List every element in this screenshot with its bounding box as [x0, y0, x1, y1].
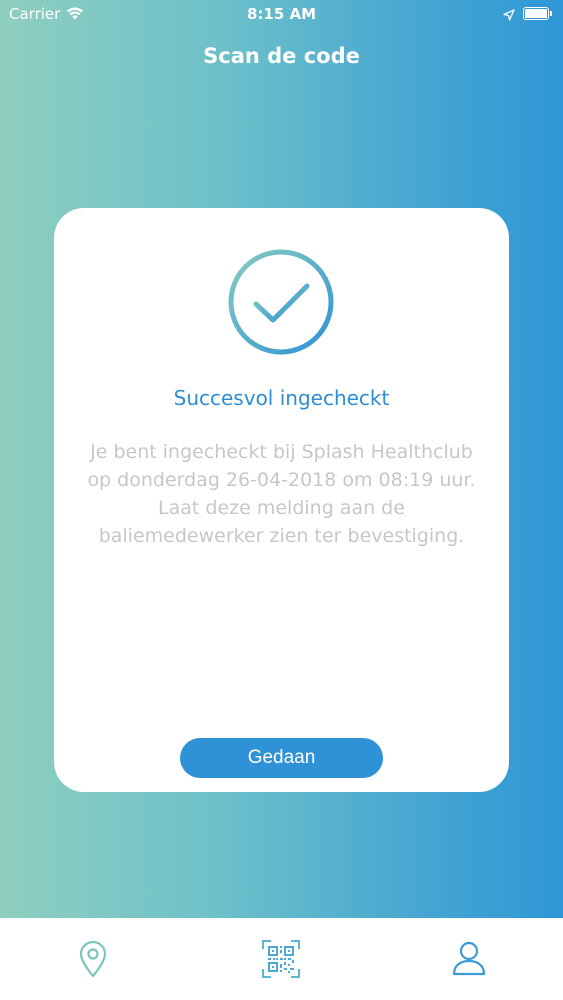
tab-location[interactable] [34, 918, 154, 1000]
done-button[interactable]: Gedaan [180, 738, 383, 778]
status-time: 8:15 AM [246, 5, 317, 23]
tab-scan[interactable] [222, 918, 342, 1000]
location-arrow-icon [503, 7, 515, 25]
checkin-success-card: Succesvol ingecheckt Je bent ingecheckt … [54, 208, 509, 792]
checkin-message: Je bent ingecheckt bij Splash Healthclub… [87, 441, 476, 547]
tab-bar [0, 918, 563, 1000]
profile-icon [451, 940, 487, 980]
battery-icon [523, 7, 552, 20]
success-title: Succesvol ingecheckt [173, 386, 390, 410]
qr-code-icon [262, 940, 300, 982]
page-title: Scan de code [203, 44, 360, 68]
status-bar: Carrier 8:15 AM [0, 0, 563, 30]
location-pin-icon [78, 940, 108, 982]
checkmark-circle-icon [227, 248, 335, 356]
tab-profile[interactable] [409, 918, 529, 1000]
